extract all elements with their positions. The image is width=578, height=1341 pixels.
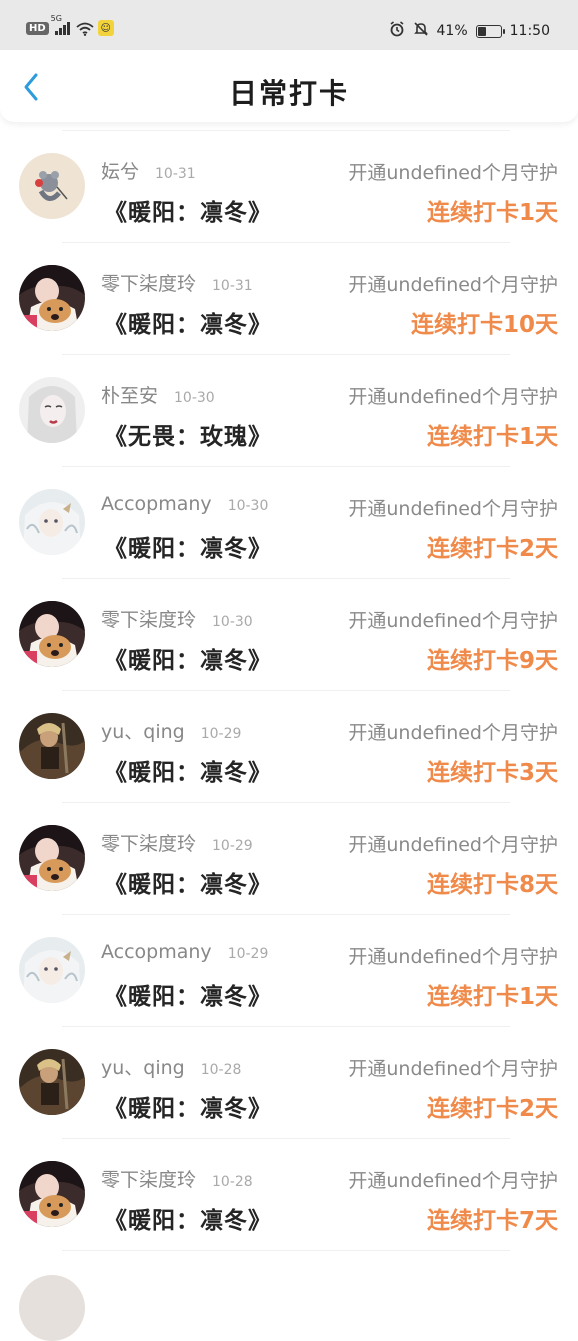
mute-icon	[413, 21, 429, 41]
status-right: 41% 11:50	[389, 21, 550, 41]
name-line: 妘兮 10-31	[101, 157, 196, 184]
alarm-icon	[389, 21, 405, 41]
guard-status: 开通undefined个月守护	[348, 946, 558, 968]
name-line: 零下柒度玲 10-28	[101, 1165, 253, 1192]
checkin-date: 10-28	[200, 1062, 242, 1078]
clock: 11:50	[509, 23, 550, 39]
status-bar: HD 5G ☺ 41% 11:50	[0, 0, 578, 50]
checkin-item[interactable]: 零下柒度玲 10-29 开通undefined个月守护 《暖阳：凛冬》 连续打卡…	[0, 803, 578, 915]
book-title[interactable]: 《暖阳：凛冬》	[104, 305, 272, 339]
checkin-item[interactable]: 妘兮 10-31 开通undefined个月守护 《暖阳：凛冬》 连续打卡1天	[0, 131, 578, 243]
checkin-date: 10-29	[200, 726, 242, 742]
status-left: HD 5G ☺	[26, 14, 114, 36]
checkin-date: 10-28	[212, 1174, 253, 1190]
streak-count: 连续打卡2天	[426, 1096, 558, 1122]
avatar[interactable]	[19, 1275, 85, 1341]
checkin-item[interactable]: 零下柒度玲 10-30 开通undefined个月守护 《暖阳：凛冬》 连续打卡…	[0, 579, 578, 691]
checkin-item[interactable]: 零下柒度玲 10-28 开通undefined个月守护 《暖阳：凛冬》 连续打卡…	[0, 1139, 578, 1251]
guard-status: 开通undefined个月守护	[348, 1058, 558, 1080]
guard-status: 开通undefined个月守护	[348, 1170, 558, 1192]
wifi-icon	[76, 22, 94, 36]
streak-count: 连续打卡2天	[426, 536, 558, 562]
avatar[interactable]	[19, 713, 85, 779]
name-line: 朴至安 10-30	[101, 381, 215, 408]
guard-status: 开通undefined个月守护	[348, 162, 558, 184]
avatar[interactable]	[19, 489, 85, 555]
checkin-date: 10-30	[227, 498, 269, 514]
checkin-list: 妘兮 10-31 开通undefined个月守护 《暖阳：凛冬》 连续打卡1天 …	[0, 131, 578, 1251]
avatar[interactable]	[19, 265, 85, 331]
checkin-date: 10-31	[212, 278, 253, 294]
guard-status: 开通undefined个月守护	[348, 498, 558, 520]
guard-status: 开通undefined个月守护	[348, 386, 558, 408]
streak-count: 连续打卡3天	[426, 760, 558, 786]
book-title[interactable]: 《暖阳：凛冬》	[104, 1201, 272, 1235]
name-line: yu、qing 10-29	[101, 717, 241, 744]
top-nav-bar: 日常打卡	[0, 50, 578, 122]
avatar[interactable]	[19, 1049, 85, 1115]
guard-status: 开通undefined个月守护	[348, 274, 558, 296]
book-title[interactable]: 《暖阳：凛冬》	[104, 1089, 272, 1123]
streak-count: 连续打卡7天	[426, 1208, 558, 1234]
avatar[interactable]	[19, 153, 85, 219]
streak-count: 连续打卡9天	[426, 648, 558, 674]
hd-badge: HD	[26, 21, 49, 35]
username[interactable]: yu、qing	[101, 717, 185, 744]
page-title: 日常打卡	[228, 77, 349, 110]
name-line: 零下柒度玲 10-29	[101, 829, 253, 856]
app-notification-icon: ☺	[97, 20, 114, 36]
username[interactable]: yu、qing	[101, 1053, 185, 1080]
username[interactable]: 零下柒度玲	[101, 829, 196, 856]
checkin-date: 10-31	[155, 166, 196, 182]
book-title[interactable]: 《暖阳：凛冬》	[104, 529, 272, 563]
username[interactable]: Accopmany	[101, 941, 212, 963]
checkin-item[interactable]: yu、qing 10-29 开通undefined个月守护 《暖阳：凛冬》 连续…	[0, 691, 578, 803]
avatar[interactable]	[19, 1161, 85, 1227]
avatar[interactable]	[19, 601, 85, 667]
checkin-item[interactable]: 朴至安 10-30 开通undefined个月守护 《无畏：玫瑰》 连续打卡1天	[0, 355, 578, 467]
book-title[interactable]: 《暖阳：凛冬》	[104, 865, 272, 899]
checkin-date: 10-29	[212, 838, 253, 854]
guard-status: 开通undefined个月守护	[348, 610, 558, 632]
checkin-item[interactable]: Accopmany 10-29 开通undefined个月守护 《暖阳：凛冬》 …	[0, 915, 578, 1027]
checkin-date: 10-29	[227, 946, 269, 962]
avatar[interactable]	[19, 825, 85, 891]
username[interactable]: 零下柒度玲	[101, 1165, 196, 1192]
checkin-item[interactable]: yu、qing 10-28 开通undefined个月守护 《暖阳：凛冬》 连续…	[0, 1027, 578, 1139]
name-line: 零下柒度玲 10-31	[101, 269, 253, 296]
checkin-date: 10-30	[174, 390, 215, 406]
network-type: 5G	[50, 14, 62, 23]
username[interactable]: Accopmany	[101, 493, 212, 515]
avatar[interactable]	[19, 377, 85, 443]
name-line: 零下柒度玲 10-30	[101, 605, 253, 632]
checkin-item[interactable]: 零下柒度玲 10-31 开通undefined个月守护 《暖阳：凛冬》 连续打卡…	[0, 243, 578, 355]
book-title[interactable]: 《暖阳：凛冬》	[104, 193, 272, 227]
streak-count: 连续打卡10天	[410, 312, 558, 338]
streak-count: 连续打卡1天	[426, 984, 558, 1010]
book-title[interactable]: 《暖阳：凛冬》	[104, 977, 272, 1011]
checkin-date: 10-30	[212, 614, 253, 630]
battery-icon	[475, 24, 505, 38]
username[interactable]: 朴至安	[101, 381, 158, 408]
streak-count: 连续打卡1天	[426, 200, 558, 226]
name-line: yu、qing 10-28	[101, 1053, 241, 1080]
guard-status: 开通undefined个月守护	[348, 834, 558, 856]
book-title[interactable]: 《暖阳：凛冬》	[104, 753, 272, 787]
book-title[interactable]: 《暖阳：凛冬》	[104, 641, 272, 675]
battery-percent: 41%	[436, 23, 468, 39]
username[interactable]: 零下柒度玲	[101, 605, 196, 632]
username[interactable]: 妘兮	[101, 157, 139, 184]
name-line: Accopmany 10-29	[101, 941, 268, 963]
checkin-item[interactable]: Accopmany 10-30 开通undefined个月守护 《暖阳：凛冬》 …	[0, 467, 578, 579]
username[interactable]: 零下柒度玲	[101, 269, 196, 296]
avatar[interactable]	[19, 937, 85, 1003]
guard-status: 开通undefined个月守护	[348, 722, 558, 744]
book-title[interactable]: 《无畏：玫瑰》	[104, 417, 272, 451]
divider	[62, 1250, 510, 1251]
signal-icon: 5G	[51, 14, 70, 35]
streak-count: 连续打卡1天	[426, 424, 558, 450]
streak-count: 连续打卡8天	[426, 872, 558, 898]
name-line: Accopmany 10-30	[101, 493, 268, 515]
